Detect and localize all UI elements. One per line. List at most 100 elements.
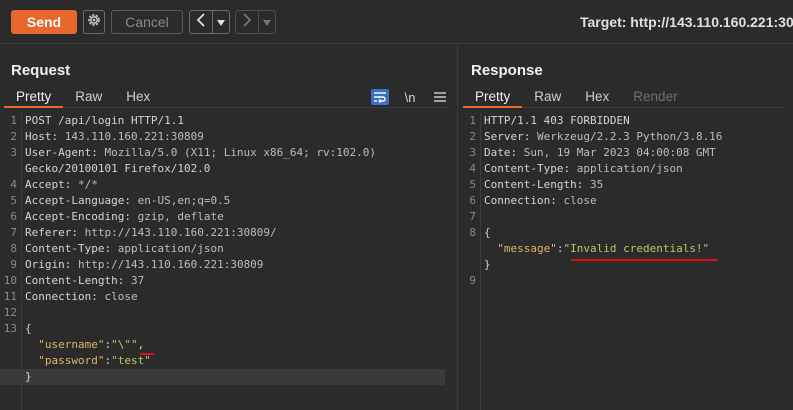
forward-history-dropdown[interactable] — [258, 11, 275, 33]
request-editor[interactable]: 1 POST /api/login HTTP/1.1 2 Host: 143.110.… — [0, 113, 445, 385]
header-name: Date — [484, 146, 511, 159]
header-value: Mozilla/5.0 (X11; Linux x86_64; rv:102.0… — [104, 146, 377, 159]
line-content: Content-Length: 37 — [25, 274, 145, 287]
back-history-dropdown[interactable] — [212, 11, 229, 33]
code-line: "password":"test" — [0, 353, 445, 369]
line-number: 4 — [469, 162, 476, 175]
code-line: 8{ — [459, 225, 783, 241]
line-content: } — [25, 369, 32, 385]
code-line: 4 Accept: */* — [0, 177, 445, 193]
json-key: "password" — [38, 354, 105, 367]
code-line: 9 Origin: http://143.110.160.221:30809 — [0, 257, 445, 273]
line-number: 11 — [3, 290, 17, 303]
header-name: Content-Type — [25, 242, 105, 255]
line-content: "username":"\"", — [38, 338, 145, 351]
code-line: "message":"Invalid credentials!" — [459, 241, 783, 257]
header-value: http://143.110.160.221:30809/ — [84, 226, 277, 239]
header-value: application/json — [117, 242, 224, 255]
header-value: 35 — [589, 178, 604, 191]
header-name: Content-Length — [484, 178, 577, 191]
header-name: Accept — [25, 178, 65, 191]
line-content: } — [484, 257, 491, 273]
header-name: Content-Type — [484, 162, 564, 175]
chevron-down-icon — [217, 13, 225, 31]
header-value: http://143.110.160.221:30809 — [78, 258, 264, 271]
line-number: 5 — [469, 178, 476, 191]
tab-pretty[interactable]: Pretty — [463, 86, 523, 108]
response-editor[interactable]: 1 HTTP/1.1 403 FORBIDDEN 2 Server: Werkzeug… — [459, 113, 783, 289]
code-line: 3 User-Agent: Mozilla/5.0 (X11; Linux x86… — [0, 145, 445, 161]
header-name: Origin — [25, 258, 65, 271]
header-name: Accept-Encoding — [25, 210, 125, 223]
settings-button[interactable] — [83, 10, 105, 34]
cancel-button[interactable]: Cancel — [111, 10, 183, 34]
code-line: 7 Referer: http://143.110.160.221:30809/ — [0, 225, 445, 241]
annotation-underline — [140, 353, 154, 355]
header-name: Content-Length — [25, 274, 118, 287]
line-content: { — [25, 321, 32, 337]
header-value: gzip, deflate — [137, 210, 224, 223]
line-content: POST /api/login HTTP/1.1 — [25, 113, 184, 129]
line-text: } — [484, 258, 491, 271]
line-number: 12 — [3, 306, 17, 319]
header-name: Connection — [25, 290, 92, 303]
line-number: 9 — [10, 258, 17, 271]
annotation-underline — [571, 259, 718, 261]
line-content: { — [484, 225, 491, 241]
line-content: "password":"test" — [38, 354, 151, 367]
forward-button[interactable] — [236, 11, 258, 33]
send-button[interactable]: Send — [11, 10, 77, 34]
json-punct: , — [137, 338, 145, 351]
line-text: { — [484, 226, 491, 239]
json-value: "test" — [111, 354, 151, 367]
code-line: 5 Content-Length: 35 — [459, 177, 783, 193]
header-name: Server — [484, 130, 524, 143]
code-line: 6 Connection: close — [459, 193, 783, 209]
code-line: 2 Server: Werkzeug/2.2.3 Python/3.8.16 — [459, 129, 783, 145]
hamburger-menu-icon[interactable] — [431, 89, 449, 105]
line-content: Accept: */* — [25, 178, 98, 191]
line-content: Connection: close — [484, 194, 597, 207]
wrap-lines-icon[interactable] — [371, 89, 389, 105]
target-url[interactable]: Target: http://143.110.160.221:308 — [580, 14, 793, 30]
json-value: "\"" — [111, 338, 138, 351]
tab-hex[interactable]: Hex — [573, 86, 621, 108]
line-content: HTTP/1.1 403 FORBIDDEN — [484, 113, 630, 129]
tab-pretty[interactable]: Pretty — [4, 86, 64, 108]
chevron-left-icon — [195, 12, 207, 32]
newline-toggle-button[interactable]: \n — [401, 89, 419, 105]
request-tools: \n — [371, 86, 449, 108]
request-title: Request — [11, 62, 71, 79]
line-content: Server: Werkzeug/2.2.3 Python/3.8.16 — [484, 130, 723, 143]
line-number: 8 — [10, 242, 17, 255]
code-line: 12 — [0, 305, 445, 321]
line-content: Accept-Encoding: gzip, deflate — [25, 210, 224, 223]
code-line: 8 Content-Type: application/json — [0, 241, 445, 257]
code-line: 7 — [459, 209, 783, 225]
tab-raw[interactable]: Raw — [522, 86, 573, 108]
line-content: Accept-Language: en-US,en;q=0.5 — [25, 194, 231, 207]
tab-hex[interactable]: Hex — [114, 86, 162, 108]
header-name: Referer — [25, 226, 72, 239]
line-number: 10 — [3, 274, 17, 287]
tab-render[interactable]: Render — [621, 86, 689, 108]
line-number: 8 — [469, 226, 476, 239]
line-number: 6 — [469, 194, 476, 207]
response-pane: Response Pretty Raw Hex Render 1 HTTP/1.1… — [459, 45, 793, 410]
code-line: 1 HTTP/1.1 403 FORBIDDEN — [459, 113, 783, 129]
line-content: Host: 143.110.160.221:30809 — [25, 130, 204, 143]
line-number: 1 — [10, 114, 17, 127]
line-number: 7 — [10, 226, 17, 239]
line-number: 6 — [10, 210, 17, 223]
header-name: Connection — [484, 194, 551, 207]
json-value: "Invalid credentials!" — [563, 242, 710, 255]
tab-raw[interactable]: Raw — [63, 86, 114, 108]
json-key: "message" — [497, 242, 557, 255]
line-text: { — [25, 322, 32, 335]
header-name: User-Agent — [25, 146, 92, 159]
back-button[interactable] — [190, 11, 212, 33]
header-value: 143.110.160.221:30809 — [64, 130, 204, 143]
line-content: "message":"Invalid credentials!" — [497, 242, 710, 255]
code-line: 2 Host: 143.110.160.221:30809 — [0, 129, 445, 145]
header-value: Sun, 19 Mar 2023 04:00:08 GMT — [523, 146, 716, 159]
